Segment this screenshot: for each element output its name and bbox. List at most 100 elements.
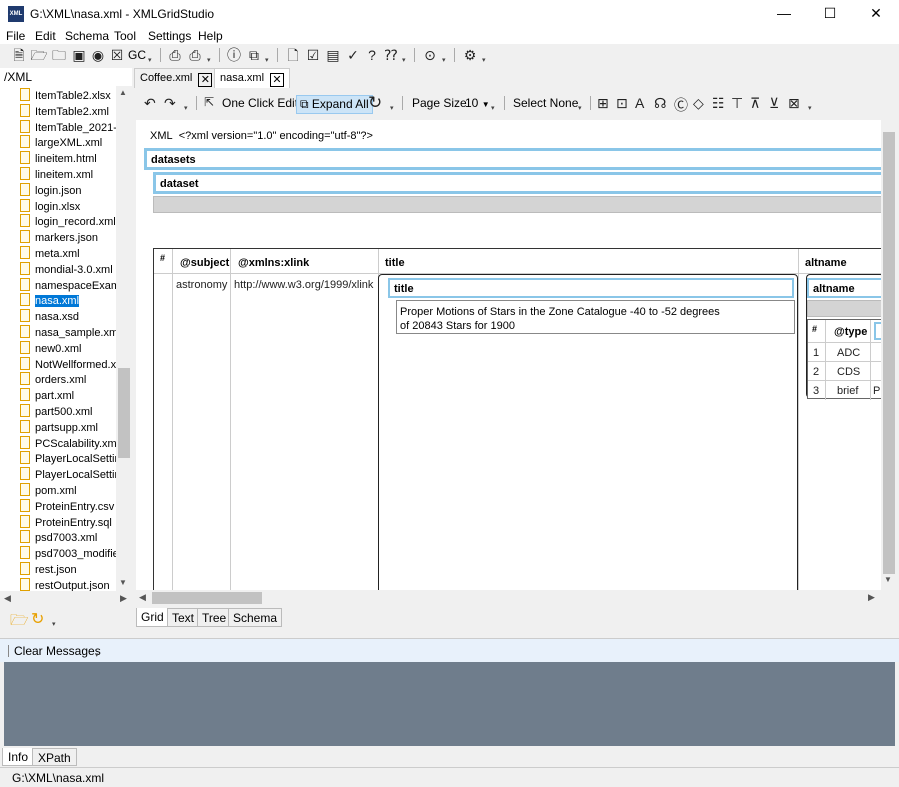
one-click-edit-button[interactable]: One Click Edit [222, 96, 298, 110]
file-list-item[interactable]: login.xlsx [20, 198, 116, 214]
col-header-subject[interactable]: @subject [180, 257, 229, 269]
dropdown-arrow-icon[interactable]: ▾ [578, 104, 582, 112]
tab-tree[interactable]: Tree [197, 608, 232, 627]
close-doc-icon[interactable]: ☒ [108, 46, 126, 64]
col-header-xlink[interactable]: @xmlns:xlink [238, 257, 309, 269]
scroll-down-icon[interactable]: ▼ [884, 575, 892, 584]
dropdown-arrow-icon[interactable]: ▾ [402, 56, 406, 64]
check-document-icon[interactable]: ☑ [304, 46, 322, 64]
folder-icon[interactable]: 🗁 [10, 610, 29, 635]
menu-file[interactable]: File [6, 29, 25, 43]
title-header-box[interactable]: title [388, 278, 794, 298]
tab-xpath[interactable]: XPath [32, 748, 77, 766]
file-list-item[interactable]: new0.xml [20, 340, 116, 356]
menu-help[interactable]: Help [198, 29, 223, 43]
file-list-item[interactable]: namespaceExam [20, 277, 116, 293]
file-list-item[interactable]: ProteinEntry.sql [20, 514, 116, 530]
file-list-item[interactable]: PlayerLocalSettin [20, 467, 116, 482]
new-file-icon[interactable]: 🗎 [10, 46, 28, 64]
file-list-item[interactable]: rest.json [20, 562, 116, 577]
undo-icon[interactable]: ↶ [144, 95, 156, 112]
tab-info[interactable]: Info [2, 748, 35, 766]
altname-row-extra[interactable]: P [873, 385, 880, 397]
scroll-up-icon[interactable]: ▲ [119, 88, 127, 97]
grid-hscroll-thumb[interactable] [152, 592, 262, 604]
refresh-grid-icon[interactable]: ↻ [368, 93, 382, 113]
file-list-item[interactable]: ItemTable2.xlsx [20, 88, 116, 103]
close-tab-icon[interactable]: ✕ [198, 73, 213, 87]
file-list-item[interactable]: orders.xml [20, 372, 116, 387]
tab-nasa-xml[interactable]: nasa.xml ✕ [214, 68, 291, 88]
file-list-item[interactable]: login_record.xml [20, 214, 116, 229]
altname-col-type[interactable]: @type [834, 326, 867, 338]
dropdown-arrow-icon[interactable]: ▾ [184, 104, 188, 112]
file-list-item[interactable]: NotWellformed.x [20, 356, 116, 372]
refresh-icon[interactable]: ↻ [31, 609, 44, 629]
scroll-right-icon[interactable]: ▶ [120, 593, 127, 604]
print-icon[interactable]: ⎙ [166, 46, 184, 64]
file-list-item[interactable]: ItemTable2.xml [20, 103, 116, 119]
dropdown-arrow-icon[interactable]: ▾ [52, 620, 56, 628]
file-list-item[interactable]: pom.xml [20, 483, 116, 498]
file-list-item[interactable]: ItemTable_2021- [20, 119, 116, 135]
file-list-item[interactable]: login.json [20, 182, 116, 198]
menu-tool[interactable]: Tool [114, 29, 136, 43]
file-list-item[interactable]: restOutput.json [20, 577, 116, 591]
menu-schema[interactable]: Schema [65, 29, 109, 43]
menu-edit[interactable]: Edit [35, 29, 56, 43]
open-folder-alt-icon[interactable]: 🗀 [50, 46, 68, 64]
validate-icon[interactable]: ▤ [324, 46, 342, 64]
file-list-item[interactable]: nasa.xsd [20, 309, 116, 324]
file-list-item[interactable]: PCScalability.xml [20, 435, 116, 451]
file-list-hscrollbar[interactable]: ◀ ▶ [0, 591, 132, 607]
move-down-icon[interactable]: ⊻ [769, 95, 779, 112]
grid-vscroll-thumb[interactable] [883, 132, 895, 574]
tab-coffee-xml[interactable]: Coffee.xml ✕ [134, 68, 219, 88]
file-list-scrollbar[interactable]: ▲ ▼ [116, 86, 132, 591]
dropdown-arrow-icon[interactable]: ▾ [482, 56, 486, 64]
col-header-title[interactable]: title [385, 257, 405, 269]
file-list-item[interactable]: mondial-3.0.xml [20, 261, 116, 277]
info-icon[interactable]: ⓘ [225, 46, 243, 64]
xml-grid[interactable]: XML <?xml version="1.0" encoding="utf-8"… [136, 120, 881, 590]
page-size-select[interactable]: 10 ▼ [465, 96, 490, 110]
file-list-item[interactable]: partsupp.xml [20, 419, 116, 435]
file-list-item[interactable]: lineitem.html [20, 151, 116, 166]
file-list-item[interactable]: PlayerLocalSettin [20, 451, 116, 466]
menu-settings[interactable]: Settings [148, 29, 191, 43]
datasets-node[interactable]: datasets [144, 148, 881, 170]
file-list-item[interactable]: lineitem.xml [20, 167, 116, 182]
dropdown-arrow-icon[interactable]: ▾ [207, 56, 211, 64]
dropdown-arrow-icon[interactable]: ▾ [265, 56, 269, 64]
scroll-left-icon[interactable]: ◀ [139, 592, 146, 603]
minimize-button[interactable]: — [761, 0, 807, 28]
col-header-altname[interactable]: altname [805, 257, 847, 269]
scroll-left-icon[interactable]: ◀ [4, 593, 11, 604]
open-folder-icon[interactable]: 🗁 [30, 46, 48, 64]
file-list-item[interactable]: nasa_sample.xml [20, 325, 116, 340]
altname-header-box[interactable]: altname [807, 278, 881, 298]
maximize-button[interactable]: ☐ [807, 0, 853, 28]
gc-button[interactable]: GC [128, 48, 146, 62]
save-icon[interactable]: ▣ [70, 46, 88, 64]
file-list-item[interactable]: nasa.xml [20, 293, 116, 308]
clear-messages-button[interactable]: Clear Messages [14, 644, 101, 658]
copy-icon[interactable]: ⧉ [245, 46, 263, 64]
dropdown-arrow-icon[interactable]: ▾ [442, 56, 446, 64]
query-icon[interactable]: ⁇ [382, 46, 400, 64]
file-list-item[interactable]: meta.xml [20, 246, 116, 261]
table-structure-icon[interactable]: ⊤ [731, 95, 743, 112]
help-document-icon[interactable]: ? [363, 46, 381, 64]
dropdown-arrow-icon[interactable]: ▾ [148, 56, 152, 64]
file-list-item[interactable]: part.xml [20, 388, 116, 403]
dropdown-arrow-icon[interactable]: ▾ [808, 104, 812, 112]
title-value-cell[interactable]: Proper Motions of Stars in the Zone Cata… [396, 300, 795, 334]
altname-row-type[interactable]: ADC [837, 347, 860, 359]
dropdown-arrow-icon[interactable]: ▾ [491, 104, 495, 112]
tag-icon[interactable]: ◇ [693, 95, 704, 112]
altname-row-type[interactable]: brief [837, 385, 858, 397]
gear-icon[interactable]: ⚙ [461, 46, 479, 64]
close-button[interactable]: ✕ [853, 0, 899, 28]
run-icon[interactable]: ⊙ [421, 46, 439, 64]
tab-schema[interactable]: Schema [228, 608, 283, 627]
